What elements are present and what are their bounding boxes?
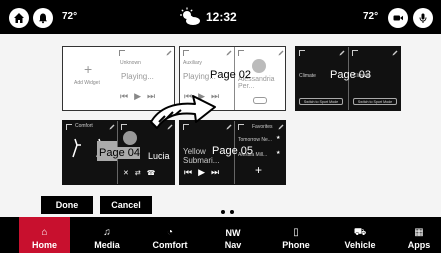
media-controls: ⏮▶⏭ [184, 167, 226, 177]
page-dot[interactable] [230, 210, 234, 214]
climate-label-left: Climate [299, 73, 316, 79]
expand-icon [119, 50, 125, 56]
add-favorite-icon[interactable]: + [255, 163, 262, 177]
phone-icon: ▯ [293, 227, 299, 238]
music-icon: ♫ [103, 227, 111, 238]
edit-pencil-icon[interactable] [278, 50, 284, 56]
expand-icon [352, 50, 358, 56]
nav-vehicle[interactable]: ⛟ Vehicle [333, 217, 387, 253]
edit-pencil-icon[interactable] [226, 124, 232, 130]
cancel-button[interactable]: Cancel [100, 196, 152, 214]
star-icon: ★ [276, 135, 281, 141]
nav-comfort[interactable]: ◔ Comfort [144, 217, 196, 253]
home-shortcut-button[interactable] [9, 8, 29, 28]
camera-button[interactable] [388, 8, 408, 28]
car-icon: ⛟ [353, 227, 367, 238]
nav-label: Nav [224, 240, 242, 250]
media-source-label: Unknown [120, 60, 141, 66]
edit-pencil-icon[interactable] [109, 124, 115, 130]
grid-icon: ▦ [414, 227, 424, 238]
call-controls: ✕⇄☎ [123, 170, 162, 177]
nav-phone[interactable]: ▯ Phone [270, 217, 322, 253]
done-button[interactable]: Done [41, 196, 93, 214]
sport-mode-button-right[interactable]: Switch to Sport Mode [353, 98, 397, 105]
nav-label: Phone [282, 240, 310, 250]
expand-icon [183, 50, 189, 56]
favorites-title: Favorites [252, 124, 273, 130]
nav-media[interactable]: ♫ Media [82, 217, 132, 253]
microphone-icon [419, 13, 427, 23]
add-widget-label: Add Widget [74, 80, 100, 86]
contact-avatar [252, 59, 266, 73]
voice-button[interactable] [413, 8, 433, 28]
status-bar: 72° 12:32 72° [0, 0, 441, 34]
clock: 12:32 [206, 10, 237, 24]
favorite-item-1[interactable]: Tomorrow Ne... [238, 137, 272, 143]
sport-mode-button-left[interactable]: Switch to Sport Mode [299, 98, 343, 105]
call-button[interactable] [253, 97, 267, 104]
edit-pencil-icon[interactable] [278, 124, 284, 130]
star-icon: ★ [276, 150, 281, 156]
nav-label: Comfort [152, 240, 188, 250]
nav-nav[interactable]: NW Nav [208, 217, 258, 253]
home-edit-area: + Add Widget Unknown Playing... ⏮▶⏭ Auxi… [0, 34, 441, 217]
page-label-04: Page 04 [99, 147, 140, 159]
nav-label: Vehicle [344, 240, 376, 250]
edit-pencil-icon[interactable] [166, 50, 172, 56]
screen: 72° 12:32 72° + Add Widget Unknown Playi… [0, 0, 441, 253]
nav-apps[interactable]: ▦ Apps [400, 217, 438, 253]
expand-icon [66, 124, 72, 130]
comfort-label: Comfort [75, 123, 93, 129]
contact-avatar [123, 131, 137, 145]
drag-arrow-icon [150, 95, 216, 129]
contact-name: Lucia [148, 151, 170, 161]
page-label-03: Page 03 [330, 69, 371, 81]
nav-label: Media [94, 240, 120, 250]
home-icon: ⌂ [41, 227, 48, 238]
seat-icon: ◔ [166, 227, 174, 238]
temperature-left[interactable]: 72° [62, 11, 77, 22]
media-source-label: Auxiliary [183, 60, 202, 66]
temperature-right[interactable]: 72° [363, 11, 378, 22]
compass-heading: NW [225, 228, 241, 238]
notification-button[interactable] [33, 8, 53, 28]
expand-icon [299, 50, 305, 56]
edit-pencil-icon[interactable] [339, 50, 345, 56]
bell-icon [39, 13, 47, 24]
expand-icon [238, 50, 244, 56]
partly-cloudy-icon [180, 7, 200, 25]
add-widget-icon[interactable]: + [84, 61, 92, 77]
nav-label: Home [31, 240, 57, 250]
edit-pencil-icon[interactable] [226, 50, 232, 56]
expand-icon [121, 124, 127, 130]
edit-pencil-icon[interactable] [392, 50, 398, 56]
nav-label: Apps [407, 240, 431, 250]
home-icon [14, 13, 24, 23]
nav-home[interactable]: ⌂ Home [19, 217, 70, 253]
expand-icon [238, 124, 244, 130]
page-label-05: Page 05 [212, 145, 253, 157]
video-camera-icon [393, 15, 403, 21]
bottom-nav: ⌂ Home ♫ Media ◔ Comfort NW Nav ▯ Phone … [0, 217, 441, 253]
page-dot[interactable] [221, 210, 225, 214]
